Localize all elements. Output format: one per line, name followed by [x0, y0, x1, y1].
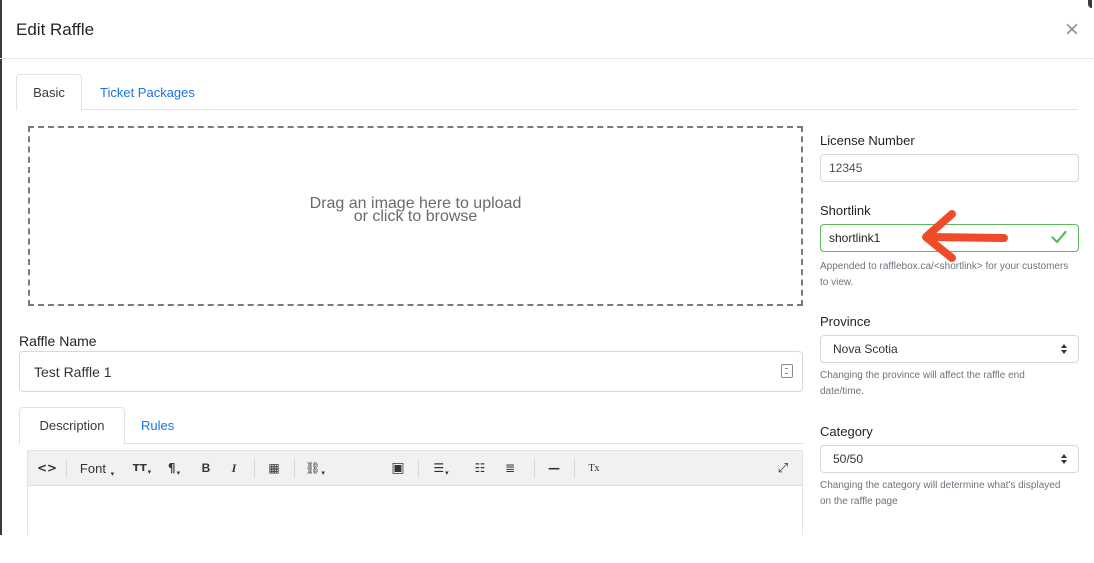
- font-family-label: Font: [79, 461, 106, 476]
- edit-raffle-modal: Edit Raffle × Basic Ticket Packages Drag…: [0, 0, 1094, 535]
- align-glyph: ☰: [433, 461, 445, 475]
- raffle-name-input[interactable]: [19, 351, 803, 392]
- dropzone-text-line2: or click to browse: [353, 208, 478, 225]
- toolbar-separator: [534, 459, 535, 478]
- tab-description[interactable]: Description: [19, 407, 125, 445]
- font-size-icon[interactable]: TT▾: [128, 451, 156, 486]
- license-number-input[interactable]: [820, 154, 1079, 182]
- font-family-button[interactable]: Font ▾: [70, 451, 124, 486]
- category-selected-value: 50/50: [833, 452, 864, 466]
- image-icon[interactable]: ▣: [384, 451, 412, 486]
- paragraph-icon[interactable]: ¶▾: [160, 451, 188, 486]
- select-caret-icon: [1061, 344, 1067, 354]
- tab-ticket-packages[interactable]: Ticket Packages: [84, 74, 211, 110]
- license-number-label: License Number: [820, 133, 915, 148]
- annotation-arrow-icon: [922, 210, 1008, 262]
- category-help-text: Changing the category will determine wha…: [820, 480, 1061, 507]
- select-caret-icon: [1061, 454, 1067, 464]
- chevron-down-icon: ▾: [176, 469, 181, 477]
- category-select[interactable]: 50/50: [820, 445, 1079, 473]
- valid-check-icon: [1051, 230, 1067, 244]
- province-select[interactable]: Nova Scotia: [820, 335, 1079, 363]
- raffle-name-label: Raffle Name: [19, 333, 97, 349]
- chevron-down-icon: ▾: [445, 469, 449, 477]
- modal-title: Edit Raffle: [16, 20, 95, 39]
- editor-toolbar: <> Font ▾ TT▾ ¶▾ B I ▦ ⛓▾ ▣ ☰▾ ☷ ≣ — Tx …: [28, 451, 802, 486]
- province-help-text: Changing the province will affect the ra…: [820, 370, 1025, 397]
- horizontal-rule-icon[interactable]: —: [540, 451, 568, 486]
- tab-rules[interactable]: Rules: [125, 407, 190, 443]
- main-tabs: Basic Ticket Packages: [16, 74, 1078, 111]
- content-tabs: Description Rules: [19, 407, 803, 445]
- toolbar-separator: [294, 459, 295, 478]
- numbered-list-icon[interactable]: ≣: [498, 451, 522, 486]
- italic-icon[interactable]: I: [222, 451, 246, 486]
- window-edge: [0, 0, 2, 535]
- font-size-glyph: TT: [132, 463, 147, 474]
- toolbar-separator: [66, 459, 67, 478]
- header-divider: [0, 58, 1094, 59]
- province-label: Province: [820, 314, 871, 329]
- image-upload-dropzone[interactable]: Drag an image here to upload or click to…: [28, 126, 803, 306]
- paragraph-glyph: ¶: [167, 461, 176, 475]
- rich-text-editor: <> Font ▾ TT▾ ¶▾ B I ▦ ⛓▾ ▣ ☰▾ ☷ ≣ — Tx …: [27, 450, 803, 535]
- shortlink-help-text: Appended to rafflebox.ca/<shortlink> for…: [820, 261, 1069, 288]
- chevron-down-icon: ▾: [321, 469, 325, 477]
- chevron-down-icon: ▾: [147, 468, 152, 476]
- toolbar-separator: [574, 459, 575, 478]
- fullscreen-icon[interactable]: ⤢: [770, 451, 796, 486]
- close-icon[interactable]: ×: [1062, 18, 1082, 40]
- code-view-icon[interactable]: <>: [34, 451, 60, 486]
- toolbar-separator: [418, 459, 419, 478]
- bullet-list-icon[interactable]: ☷: [468, 451, 492, 486]
- link-icon[interactable]: ⛓▾: [298, 451, 332, 486]
- align-icon[interactable]: ☰▾: [424, 451, 458, 486]
- link-glyph: ⛓: [305, 461, 321, 475]
- table-icon[interactable]: ▦: [260, 451, 288, 486]
- toolbar-separator: [254, 459, 255, 478]
- field-autofill-icon[interactable]: [781, 364, 793, 378]
- shortlink-label: Shortlink: [820, 203, 871, 218]
- clear-format-icon[interactable]: Tx: [580, 451, 608, 486]
- chevron-down-icon: ▾: [110, 471, 115, 478]
- tab-basic[interactable]: Basic: [16, 74, 82, 111]
- bold-icon[interactable]: B: [194, 451, 218, 486]
- province-selected-value: Nova Scotia: [833, 342, 898, 356]
- category-label: Category: [820, 424, 873, 439]
- window-corner: [1088, 0, 1092, 8]
